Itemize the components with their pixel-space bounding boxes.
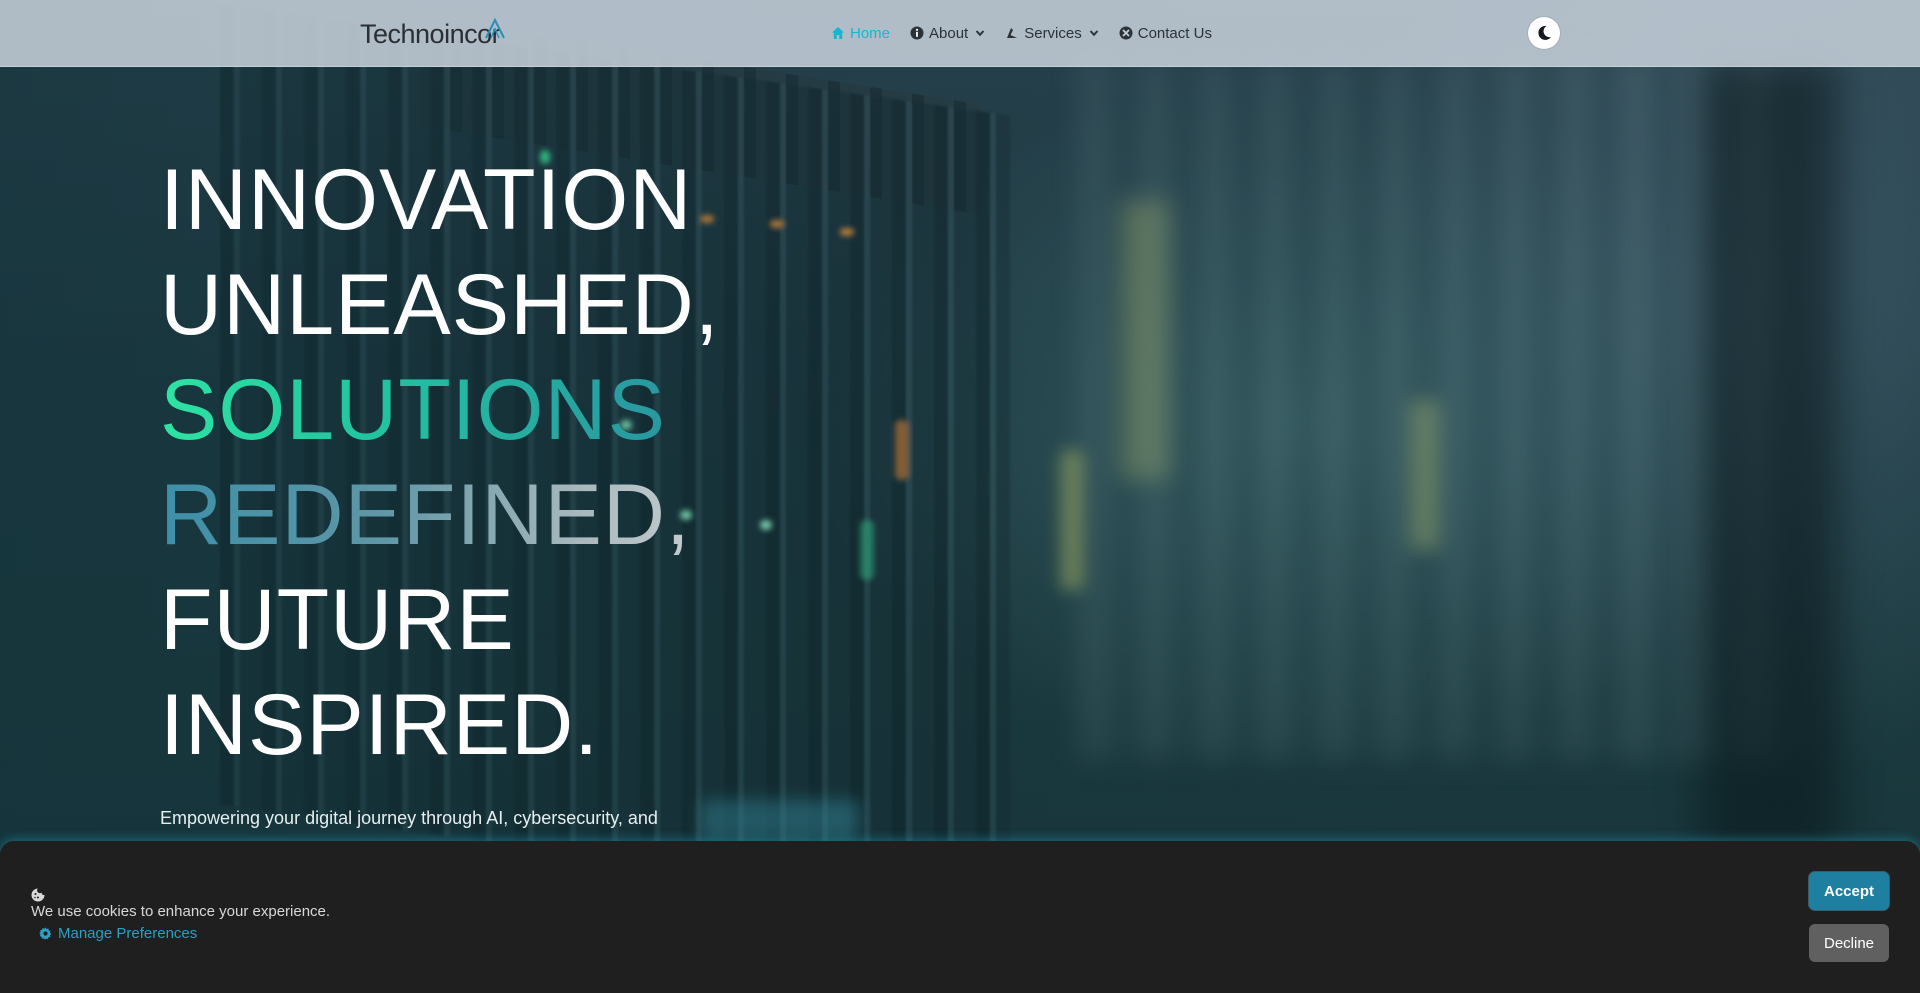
hero-headline: INNOVATION UNLEASHED, SOLUTIONS REDEFINE… bbox=[160, 148, 720, 778]
chevron-down-icon bbox=[1089, 30, 1098, 37]
hero-line-5: FUTURE bbox=[160, 572, 515, 668]
nav-home[interactable]: Home bbox=[831, 25, 890, 42]
accept-cookies-button[interactable]: Accept bbox=[1809, 872, 1889, 910]
hero-line-1: INNOVATION bbox=[160, 152, 693, 248]
nav-contact[interactable]: Contact Us bbox=[1119, 25, 1212, 42]
brand-logo-text: Technoincor bbox=[360, 19, 501, 49]
brand-logo[interactable]: Technoincor bbox=[360, 17, 510, 51]
main-nav: Home About Services Contact Us bbox=[831, 22, 1212, 44]
cookie-message: We use cookies to enhance your experienc… bbox=[31, 903, 331, 920]
info-circle-icon bbox=[910, 26, 924, 40]
hero-line-6: INSPIRED. bbox=[160, 677, 600, 773]
nav-about-label: About bbox=[929, 24, 969, 42]
nav-home-label: Home bbox=[850, 24, 891, 42]
cookie-consent-banner: We use cookies to enhance your experienc… bbox=[0, 841, 1920, 993]
chevron-down-icon bbox=[975, 30, 985, 37]
hero-line-4-highlight: REDEFINED, bbox=[160, 463, 720, 568]
theme-toggle-button[interactable] bbox=[1528, 17, 1560, 49]
nav-contact-label: Contact Us bbox=[1137, 24, 1212, 42]
logo-mark-icon bbox=[485, 17, 505, 39]
hero-line-2: UNLEASHED, bbox=[160, 257, 720, 353]
decline-cookies-button[interactable]: Decline bbox=[1809, 924, 1889, 962]
contact-icon bbox=[1119, 26, 1133, 40]
top-navbar: Technoincor Home About Services Contact … bbox=[0, 0, 1920, 67]
gear-icon bbox=[39, 927, 52, 940]
services-icon bbox=[1007, 28, 1018, 38]
cookie-icon bbox=[31, 888, 45, 902]
nav-services-label: Services bbox=[1024, 24, 1082, 42]
hero-line-3-highlight: SOLUTIONS bbox=[160, 358, 720, 463]
manage-preferences-label: Manage Preferences bbox=[58, 925, 198, 942]
nav-services[interactable]: Services bbox=[1005, 25, 1099, 42]
moon-icon bbox=[1538, 25, 1551, 40]
home-icon bbox=[832, 27, 844, 39]
nav-about[interactable]: About bbox=[910, 25, 985, 42]
manage-preferences-link[interactable]: Manage Preferences bbox=[39, 925, 197, 942]
